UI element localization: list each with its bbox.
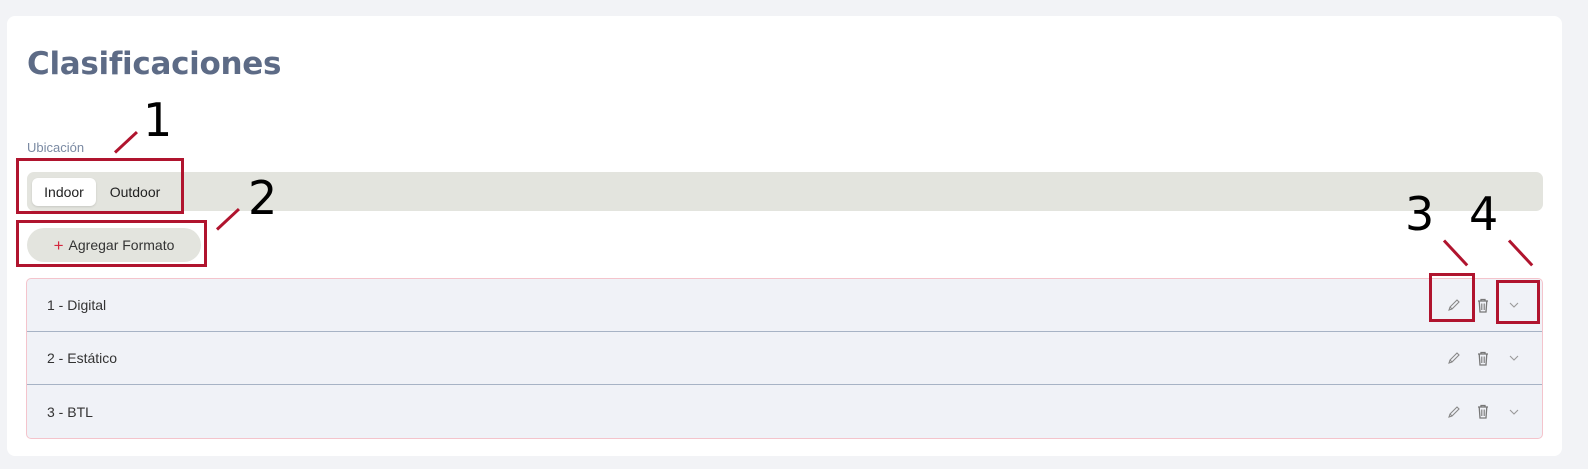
format-label: 1 - Digital [47, 297, 107, 313]
list-item[interactable]: 3 - BTL [27, 385, 1542, 438]
annotation-box-2 [16, 220, 207, 267]
trash-icon[interactable] [1473, 295, 1493, 315]
annotation-box-3 [1429, 273, 1475, 322]
list-item[interactable]: 2 - Estático [27, 332, 1542, 385]
annotation-number-4: 4 [1469, 187, 1499, 241]
annotation-box-1 [16, 158, 184, 214]
pencil-icon[interactable] [1444, 348, 1464, 368]
annotation-number-2: 2 [248, 171, 278, 225]
page-title: Clasificaciones [27, 46, 282, 82]
format-label: 2 - Estático [47, 350, 118, 366]
chevron-down-icon[interactable] [1504, 348, 1524, 368]
trash-icon[interactable] [1473, 348, 1493, 368]
annotation-number-3: 3 [1405, 187, 1435, 241]
chevron-down-icon[interactable] [1504, 402, 1524, 422]
pencil-icon[interactable] [1444, 402, 1464, 422]
annotation-box-4 [1496, 280, 1540, 324]
formats-list: 1 - Digital 2 - Estático 3 - BTL [26, 278, 1543, 439]
annotation-number-1: 1 [143, 93, 173, 147]
list-item[interactable]: 1 - Digital [27, 279, 1542, 332]
location-label: Ubicación [27, 140, 85, 155]
trash-icon[interactable] [1473, 402, 1493, 422]
format-label: 3 - BTL [47, 403, 93, 420]
